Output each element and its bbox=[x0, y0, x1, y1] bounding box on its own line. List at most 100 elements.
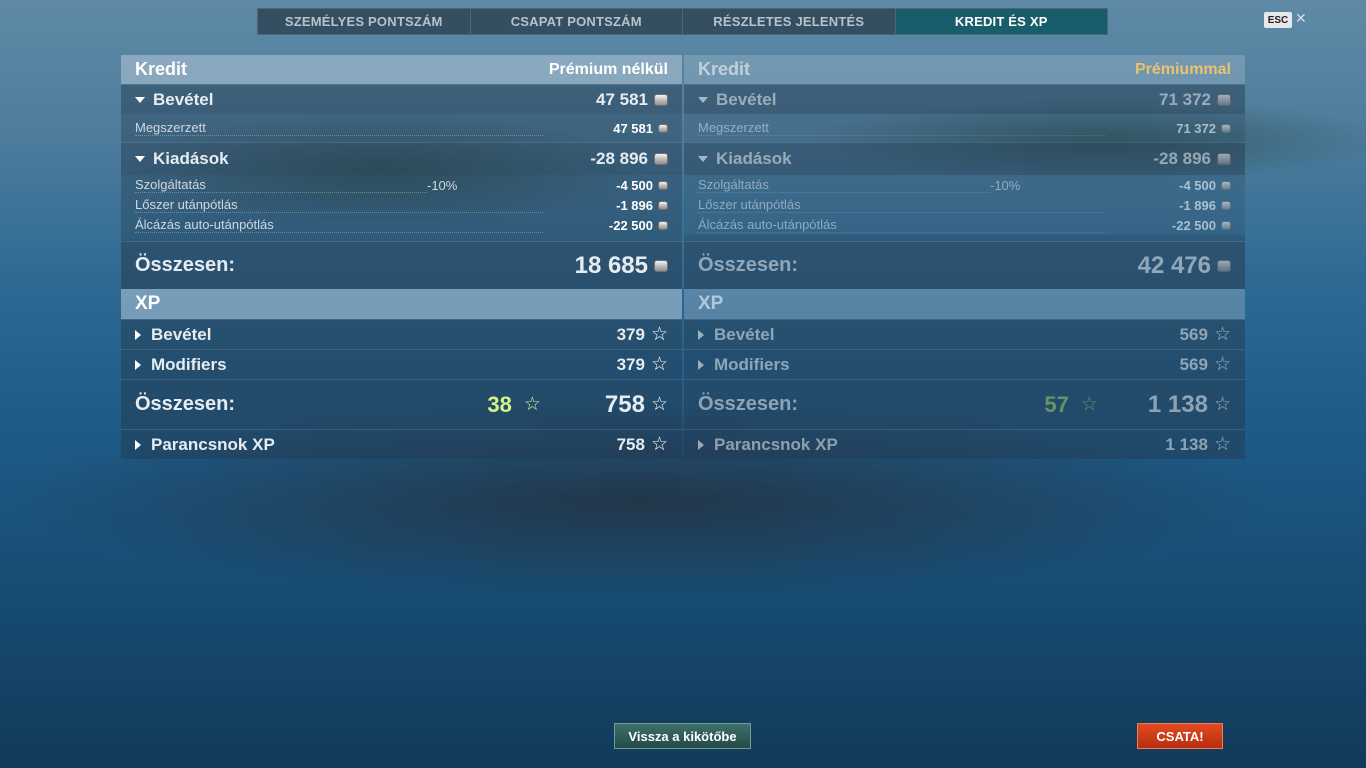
collapse-arrow-icon bbox=[698, 96, 708, 103]
earned-label: Megszerzett bbox=[698, 120, 1106, 136]
ammo-value: -1 896 bbox=[616, 197, 653, 213]
xp-income-row[interactable]: Bevétel 379 ☆ bbox=[121, 319, 682, 349]
xp-income-value: 379 bbox=[616, 324, 645, 344]
xp-income-value: 569 bbox=[1179, 324, 1208, 344]
return-to-port-button[interactable]: Vissza a kikötőbe bbox=[614, 723, 751, 749]
camo-label: Álcázás auto-utánpótlás bbox=[698, 217, 1106, 233]
tab-team-score[interactable]: CSAPAT PONTSZÁM bbox=[471, 9, 683, 34]
expenses-value: -28 896 bbox=[1153, 149, 1211, 168]
commander-xp-row[interactable]: Parancsnok XP 1 138 ☆ bbox=[684, 429, 1245, 459]
xp-income-row[interactable]: Bevétel 569 ☆ bbox=[684, 319, 1245, 349]
service-percent: -10% bbox=[427, 177, 458, 193]
credit-coin-icon bbox=[658, 200, 668, 210]
commander-xp-value: 758 bbox=[616, 434, 645, 454]
xp-income-label: Bevétel bbox=[151, 324, 212, 344]
modifiers-label: Modifiers bbox=[714, 354, 790, 374]
xp-header: XP bbox=[121, 289, 682, 319]
expenses-label: Kiadások bbox=[716, 149, 792, 168]
xp-total-row: Összesen: 38 ☆ 758 ☆ bbox=[121, 379, 682, 429]
expand-arrow-icon bbox=[698, 359, 704, 370]
credit-title: Kredit bbox=[698, 59, 751, 79]
xp-total-value: 1 138 bbox=[1147, 390, 1208, 418]
credit-coin-icon bbox=[1217, 259, 1231, 272]
battle-button[interactable]: CSATA! bbox=[1137, 723, 1223, 749]
credit-coin-icon bbox=[658, 180, 668, 190]
service-label: Szolgáltatás bbox=[698, 177, 990, 193]
expand-arrow-icon bbox=[698, 329, 704, 340]
collapse-arrow-icon bbox=[135, 156, 145, 162]
ammo-value: -1 896 bbox=[1179, 197, 1216, 213]
commander-xp-row[interactable]: Parancsnok XP 758 ☆ bbox=[121, 429, 682, 459]
service-value: -4 500 bbox=[1179, 177, 1216, 193]
credit-coin-icon bbox=[1221, 180, 1231, 190]
earned-value: 47 581 bbox=[613, 120, 653, 136]
service-label: Szolgáltatás bbox=[135, 177, 427, 193]
tab-personal-score[interactable]: SZEMÉLYES PONTSZÁM bbox=[258, 9, 471, 34]
earned-row: Megszerzett 47 581 bbox=[121, 114, 682, 142]
credit-coin-icon bbox=[654, 153, 668, 165]
esc-button[interactable]: ESC bbox=[1264, 12, 1292, 28]
ammo-label: Lőszer utánpótlás bbox=[698, 197, 1106, 213]
service-row: Szolgáltatás -10% -4 500 bbox=[684, 175, 1245, 195]
expenses-row[interactable]: Kiadások -28 896 bbox=[121, 142, 682, 175]
star-icon: ☆ bbox=[1213, 394, 1231, 415]
panel-premium: Kredit Prémiummal Bevétel 71 372 Megszer… bbox=[684, 55, 1245, 459]
tab-bar: SZEMÉLYES PONTSZÁM CSAPAT PONTSZÁM RÉSZL… bbox=[257, 8, 1108, 35]
modifiers-value: 379 bbox=[616, 354, 645, 374]
credit-total-label: Összesen: bbox=[135, 254, 236, 276]
ammo-row: Lőszer utánpótlás -1 896 bbox=[684, 195, 1245, 215]
credit-total-value: 18 685 bbox=[574, 251, 648, 279]
modifiers-row[interactable]: Modifiers 569 ☆ bbox=[684, 349, 1245, 379]
credit-mode: Prémium nélkül bbox=[548, 60, 668, 78]
earned-value: 71 372 bbox=[1176, 120, 1216, 136]
credit-coin-icon bbox=[1217, 93, 1231, 106]
close-icon[interactable]: ✕ bbox=[1295, 10, 1307, 27]
credit-mode: Prémiummal bbox=[1134, 60, 1231, 78]
earned-row: Megszerzett 71 372 bbox=[684, 114, 1245, 142]
star-outline-icon: ☆ bbox=[1080, 394, 1098, 415]
credit-total-row: Összesen: 42 476 bbox=[684, 241, 1245, 289]
credit-coin-icon bbox=[658, 123, 668, 133]
tab-credit-xp[interactable]: KREDIT ÉS XP bbox=[895, 9, 1107, 34]
credit-coin-icon bbox=[1221, 220, 1231, 230]
commander-xp-label: Parancsnok XP bbox=[151, 434, 275, 454]
xp-income-label: Bevétel bbox=[714, 324, 775, 344]
credit-coin-icon bbox=[1221, 123, 1231, 133]
star-icon: ☆ bbox=[650, 324, 668, 345]
star-icon: ☆ bbox=[650, 394, 668, 415]
earned-label: Megszerzett bbox=[135, 120, 543, 136]
credit-header: Kredit Prémium nélkül bbox=[121, 55, 682, 84]
expand-arrow-icon bbox=[698, 439, 704, 450]
income-row[interactable]: Bevétel 71 372 bbox=[684, 84, 1245, 114]
service-row: Szolgáltatás -10% -4 500 bbox=[121, 175, 682, 195]
modifiers-row[interactable]: Modifiers 379 ☆ bbox=[121, 349, 682, 379]
income-row[interactable]: Bevétel 47 581 bbox=[121, 84, 682, 114]
income-value: 71 372 bbox=[1159, 89, 1211, 109]
expand-arrow-icon bbox=[135, 329, 141, 340]
ammo-label: Lőszer utánpótlás bbox=[135, 197, 543, 213]
xp-total-value: 758 bbox=[604, 390, 645, 418]
credit-coin-icon bbox=[1221, 200, 1231, 210]
collapse-arrow-icon bbox=[135, 96, 145, 103]
xp-total-label: Összesen: bbox=[135, 393, 236, 415]
modifiers-value: 569 bbox=[1179, 354, 1208, 374]
xp-title: XP bbox=[698, 293, 724, 314]
service-percent: -10% bbox=[990, 177, 1021, 193]
xp-total-row: Összesen: 57 ☆ 1 138 ☆ bbox=[684, 379, 1245, 429]
tab-detailed-report[interactable]: RÉSZLETES JELENTÉS bbox=[683, 9, 896, 34]
commander-xp-value: 1 138 bbox=[1165, 434, 1208, 454]
expand-arrow-icon bbox=[135, 359, 141, 370]
modifiers-label: Modifiers bbox=[151, 354, 227, 374]
expand-arrow-icon bbox=[135, 439, 141, 450]
camo-label: Álcázás auto-utánpótlás bbox=[135, 217, 543, 233]
star-icon: ☆ bbox=[650, 434, 668, 455]
credit-coin-icon bbox=[654, 93, 668, 106]
star-outline-icon: ☆ bbox=[523, 394, 541, 415]
expenses-row[interactable]: Kiadások -28 896 bbox=[684, 142, 1245, 175]
commander-xp-label: Parancsnok XP bbox=[714, 434, 838, 454]
credit-coin-icon bbox=[654, 259, 668, 272]
star-icon: ☆ bbox=[1213, 354, 1231, 375]
expenses-value: -28 896 bbox=[590, 149, 648, 168]
credit-total-value: 42 476 bbox=[1137, 251, 1211, 279]
camo-value: -22 500 bbox=[608, 217, 653, 233]
